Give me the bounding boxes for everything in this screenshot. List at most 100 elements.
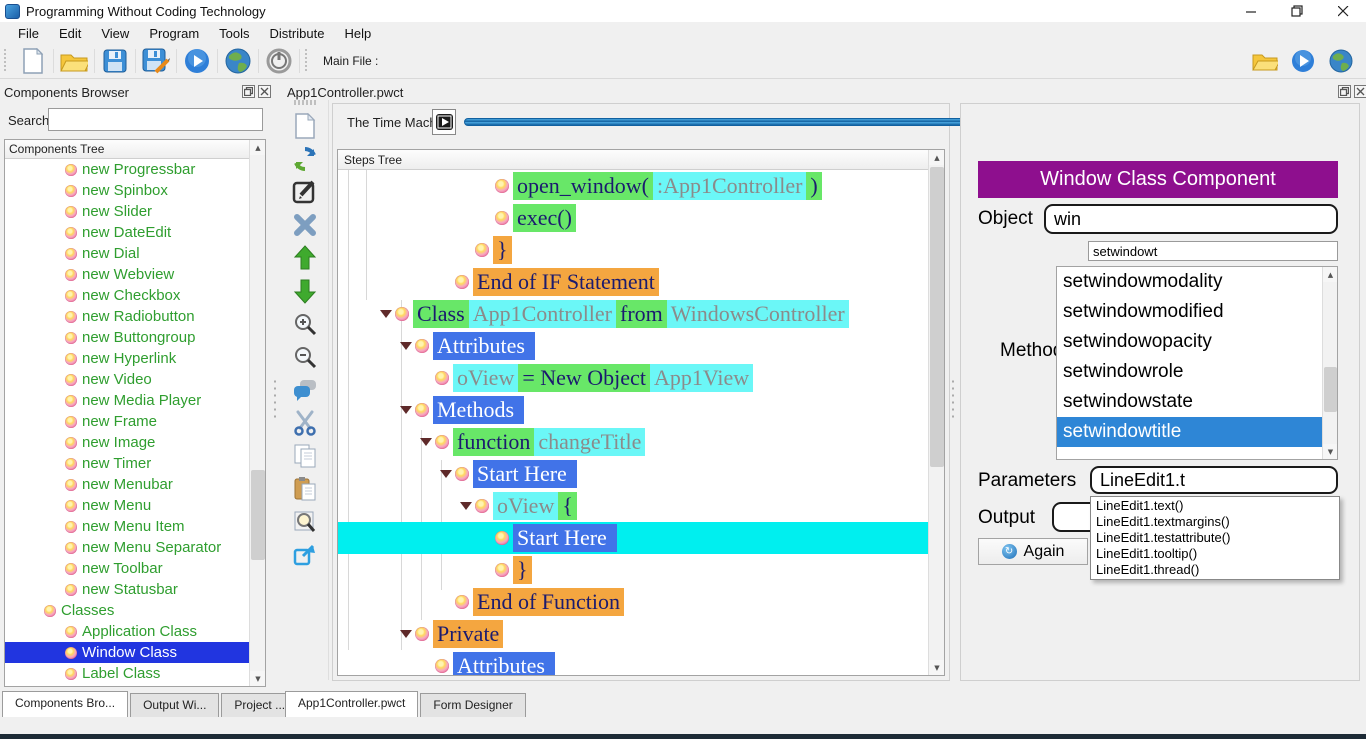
tree-item[interactable]: new Webview	[5, 264, 265, 285]
tree-item[interactable]: new Video	[5, 369, 265, 390]
collapse-triangle-icon[interactable]	[380, 310, 392, 318]
step-row[interactable]: Attributes	[338, 650, 944, 676]
web-icon[interactable]	[1322, 46, 1360, 76]
open-folder-icon[interactable]	[55, 46, 93, 76]
refresh-icon[interactable]	[289, 142, 321, 175]
collapse-triangle-icon[interactable]	[400, 406, 412, 414]
autocomplete-item[interactable]: LineEdit1.textmargins()	[1091, 513, 1339, 529]
comments-icon[interactable]	[289, 373, 321, 406]
tree-item[interactable]: new Timer	[5, 453, 265, 474]
panel-tab[interactable]: Output Wi...	[130, 693, 219, 717]
method-list-item[interactable]: setwindowopacity	[1057, 327, 1337, 357]
float-panel-icon[interactable]	[1338, 85, 1351, 98]
menu-item-help[interactable]: Help	[334, 24, 381, 43]
tree-item[interactable]: Label Class	[5, 663, 265, 684]
scroll-down-icon[interactable]: ▼	[250, 671, 266, 686]
method-list-item[interactable]: setwindowmodality	[1057, 267, 1337, 297]
toolbar-grip[interactable]	[294, 100, 316, 105]
tree-item[interactable]: Window Class	[5, 642, 265, 663]
step-row[interactable]: open_window(:App1Controller)	[338, 170, 944, 202]
method-list-item[interactable]: setwindowtitle	[1057, 417, 1337, 447]
parameters-input[interactable]: LineEdit1.t	[1090, 466, 1338, 494]
tree-item[interactable]: new Checkbox	[5, 285, 265, 306]
step-row[interactable]: }	[338, 554, 944, 586]
tree-item[interactable]: Classes	[5, 600, 265, 621]
web-icon[interactable]	[219, 46, 257, 76]
copy-icon[interactable]	[289, 439, 321, 472]
zoom-out-icon[interactable]	[289, 340, 321, 373]
delete-icon[interactable]	[289, 208, 321, 241]
move-down-icon[interactable]	[289, 274, 321, 307]
scroll-up-icon[interactable]: ▲	[250, 140, 266, 155]
editor-tab[interactable]: Form Designer	[420, 693, 525, 717]
detach-icon[interactable]	[289, 538, 321, 571]
tree-item[interactable]: new Menu Separator	[5, 537, 265, 558]
tree-item[interactable]: new Menu	[5, 495, 265, 516]
toolbar-grip[interactable]	[305, 49, 311, 73]
edit-icon[interactable]	[289, 175, 321, 208]
step-row[interactable]: Start Here	[338, 522, 944, 554]
step-row[interactable]: }	[338, 234, 944, 266]
step-row[interactable]: ClassApp1ControllerfromWindowsController	[338, 298, 944, 330]
save-as-icon[interactable]	[137, 46, 175, 76]
method-list-scrollbar[interactable]: ▲ ▼	[1322, 267, 1337, 459]
cut-icon[interactable]	[289, 406, 321, 439]
steps-tree-scrollbar[interactable]: ▲ ▼	[928, 150, 944, 675]
step-row[interactable]: End of IF Statement	[338, 266, 944, 298]
power-icon[interactable]	[260, 46, 298, 76]
tree-item[interactable]: new Progressbar	[5, 159, 265, 180]
scrollbar-thumb[interactable]	[930, 167, 944, 467]
editor-tab[interactable]: App1Controller.pwct	[285, 691, 418, 717]
search-input[interactable]	[48, 108, 263, 131]
scroll-down-icon[interactable]: ▼	[1323, 444, 1338, 459]
step-row[interactable]: oView= New ObjectApp1View	[338, 362, 944, 394]
collapse-triangle-icon[interactable]	[400, 342, 412, 350]
menu-item-edit[interactable]: Edit	[49, 24, 91, 43]
save-icon[interactable]	[96, 46, 134, 76]
paste-icon[interactable]	[289, 472, 321, 505]
open-folder-icon[interactable]	[1246, 46, 1284, 76]
tree-item[interactable]: new DateEdit	[5, 222, 265, 243]
tree-item[interactable]: new Radiobutton	[5, 306, 265, 327]
tree-item[interactable]: Application Class	[5, 621, 265, 642]
collapse-triangle-icon[interactable]	[440, 470, 452, 478]
close-panel-icon[interactable]	[1354, 85, 1366, 98]
step-row[interactable]: Start Here	[338, 458, 944, 490]
autocomplete-item[interactable]: LineEdit1.testattribute()	[1091, 529, 1339, 545]
splitter-handle[interactable]	[950, 378, 955, 418]
method-list-item[interactable]: setwindowrole	[1057, 357, 1337, 387]
find-icon[interactable]	[289, 505, 321, 538]
minimize-button[interactable]	[1228, 0, 1274, 22]
autocomplete-item[interactable]: LineEdit1.thread()	[1091, 561, 1339, 577]
new-step-icon[interactable]	[289, 109, 321, 142]
step-row[interactable]: oView{	[338, 490, 944, 522]
menu-item-file[interactable]: File	[8, 24, 49, 43]
tree-item[interactable]: new Menu Item	[5, 516, 265, 537]
step-row[interactable]: Attributes	[338, 330, 944, 362]
menu-item-view[interactable]: View	[91, 24, 139, 43]
splitter-handle[interactable]	[272, 378, 277, 418]
collapse-triangle-icon[interactable]	[460, 502, 472, 510]
tree-item[interactable]: new Toolbar	[5, 558, 265, 579]
tree-item[interactable]: new Spinbox	[5, 180, 265, 201]
close-button[interactable]	[1320, 0, 1366, 22]
scroll-down-icon[interactable]: ▼	[929, 660, 945, 675]
time-machine-play-button[interactable]	[432, 109, 456, 135]
tree-item[interactable]: new Statusbar	[5, 579, 265, 600]
toolbar-grip[interactable]	[4, 49, 10, 73]
scroll-up-icon[interactable]: ▲	[1323, 267, 1338, 282]
new-file-icon[interactable]	[14, 46, 52, 76]
step-row[interactable]: Private	[338, 618, 944, 650]
menu-item-tools[interactable]: Tools	[209, 24, 259, 43]
step-row[interactable]: exec()	[338, 202, 944, 234]
tree-item[interactable]: new Frame	[5, 411, 265, 432]
close-panel-icon[interactable]	[258, 85, 271, 98]
tree-item[interactable]: new Media Player	[5, 390, 265, 411]
autocomplete-item[interactable]: LineEdit1.tooltip()	[1091, 545, 1339, 561]
components-tree-scrollbar[interactable]: ▲ ▼	[249, 140, 265, 686]
run-icon[interactable]	[178, 46, 216, 76]
step-row[interactable]: Methods	[338, 394, 944, 426]
tree-item[interactable]: new Slider	[5, 201, 265, 222]
method-list-item[interactable]: setwindowstate	[1057, 387, 1337, 417]
tree-item[interactable]: new Buttongroup	[5, 327, 265, 348]
